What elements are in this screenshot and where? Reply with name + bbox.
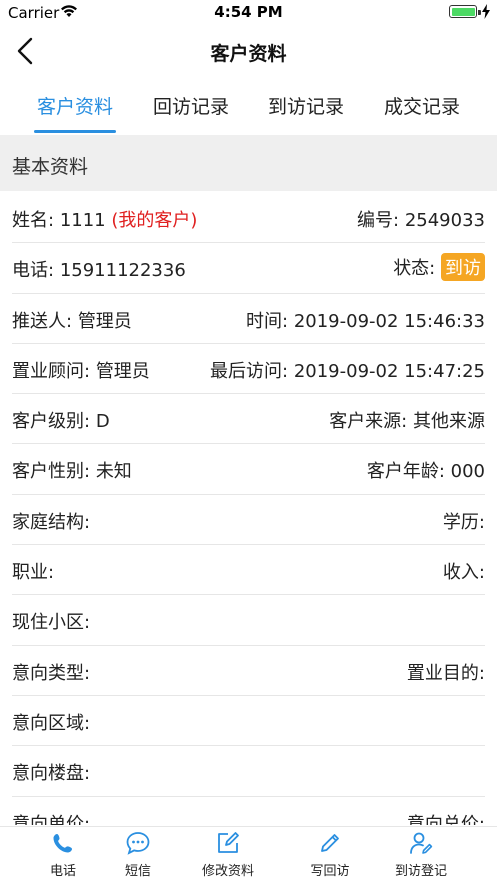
sms-button[interactable]: 短信	[93, 830, 183, 879]
income-label: 收入:	[442, 562, 485, 584]
total-price-label: 意向总价:	[406, 813, 485, 825]
info-row-community: 现住小区:	[0, 595, 497, 646]
tab-bar: 客户资料 回访记录 到访记录 成交记录	[0, 78, 497, 135]
consultant-label: 置业顾问:	[12, 360, 91, 382]
edit-icon	[218, 832, 239, 853]
status-badge: 到访	[441, 253, 485, 282]
level-value: D	[95, 411, 110, 433]
active-tab-indicator	[34, 130, 116, 133]
name-value: 1111	[59, 210, 106, 231]
nav-bar: 客户资料	[0, 26, 497, 76]
charging-icon	[482, 4, 490, 19]
message-icon	[126, 832, 150, 855]
gender-value: 未知	[95, 461, 132, 483]
info-row-intent-area: 意向区域:	[0, 696, 497, 747]
customer-info-list: 姓名: 1111 (我的客户) 编号: 2549033 电话: 15911122…	[0, 193, 497, 825]
source-label: 客户来源:	[329, 411, 408, 433]
job-label: 职业:	[12, 562, 55, 584]
info-row-referrer: 推送人: 管理员 时间: 2019-09-02 15:46:33	[0, 294, 497, 344]
info-row-level: 客户级别: D 客户来源: 其他来源	[0, 394, 497, 445]
last-visit-label: 最后访问:	[210, 360, 289, 382]
edit-profile-label: 修改资料	[201, 864, 254, 879]
unit-price-label: 意向单价:	[12, 813, 91, 825]
visit-register-button[interactable]: 到访登记	[376, 830, 466, 879]
tab-deal-records[interactable]: 成交记录	[372, 92, 472, 119]
info-row-intent-type: 意向类型: 置业目的:	[0, 646, 497, 696]
status-bar: Carrier 4:54 PM	[0, 0, 497, 26]
gender-label: 客户性别:	[12, 461, 91, 483]
source-value: 其他来源	[413, 411, 485, 433]
info-row-phone: 电话: 15911122336 状态: 到访	[0, 243, 497, 294]
pen-icon	[321, 834, 339, 852]
status-time: 4:54 PM	[214, 3, 283, 21]
consultant-value: 管理员	[95, 360, 150, 382]
last-visit-value: 2019-09-02 15:47:25	[293, 360, 485, 382]
user-edit-icon	[410, 832, 433, 854]
number-value: 2549033	[404, 210, 485, 231]
write-followup-label: 写回访	[310, 864, 350, 879]
status-label: 状态:	[393, 258, 436, 280]
name-label: 姓名:	[12, 210, 55, 231]
intent-area-label: 意向区域:	[12, 712, 91, 734]
info-row-gender: 客户性别: 未知 客户年龄: 000	[0, 444, 497, 495]
my-customer-tag: (我的客户)	[111, 210, 198, 231]
section-header: 基本资料	[0, 135, 497, 191]
page-title: 客户资料	[210, 43, 287, 65]
phone-icon	[53, 834, 72, 853]
tab-followup-records[interactable]: 回访记录	[141, 92, 241, 119]
info-row-name: 姓名: 1111 (我的客户) 编号: 2549033	[0, 193, 497, 244]
info-row-family: 家庭结构: 学历:	[0, 495, 497, 546]
age-label: 客户年龄:	[366, 461, 445, 483]
visit-register-label: 到访登记	[394, 864, 447, 879]
info-row-intent-building: 意向楼盘:	[0, 746, 497, 797]
section-title: 基本资料	[12, 156, 89, 178]
info-row-job: 职业: 收入:	[0, 545, 497, 596]
phone-label: 电话:	[12, 260, 55, 282]
time-value: 2019-09-02 15:46:33	[293, 310, 485, 332]
battery-icon	[449, 5, 481, 18]
education-label: 学历:	[442, 511, 485, 533]
tab-visit-records[interactable]: 到访记录	[256, 92, 356, 119]
info-row-price: 意向单价: 意向总价:	[0, 797, 497, 825]
sms-label: 短信	[124, 864, 151, 879]
info-row-consultant: 置业顾问: 管理员 最后访问: 2019-09-02 15:47:25	[0, 344, 497, 395]
level-label: 客户级别:	[12, 411, 91, 433]
tab-customer-info[interactable]: 客户资料	[25, 92, 125, 119]
time-label: 时间:	[246, 310, 289, 332]
intent-building-label: 意向楼盘:	[12, 763, 91, 785]
write-followup-button[interactable]: 写回访	[285, 830, 375, 879]
referrer-value: 管理员	[77, 310, 132, 332]
age-value: 000	[450, 461, 485, 483]
community-label: 现住小区:	[12, 612, 91, 634]
edit-profile-button[interactable]: 修改资料	[183, 830, 273, 879]
bottom-action-bar: 电话 短信 修改资料 写回访 到访登记	[0, 826, 497, 883]
phone-value[interactable]: 15911122336	[60, 260, 186, 281]
purpose-label: 置业目的:	[406, 662, 485, 684]
intent-type-label: 意向类型:	[12, 662, 91, 684]
referrer-label: 推送人:	[12, 310, 73, 332]
family-label: 家庭结构:	[12, 511, 91, 533]
number-label: 编号:	[357, 210, 400, 231]
